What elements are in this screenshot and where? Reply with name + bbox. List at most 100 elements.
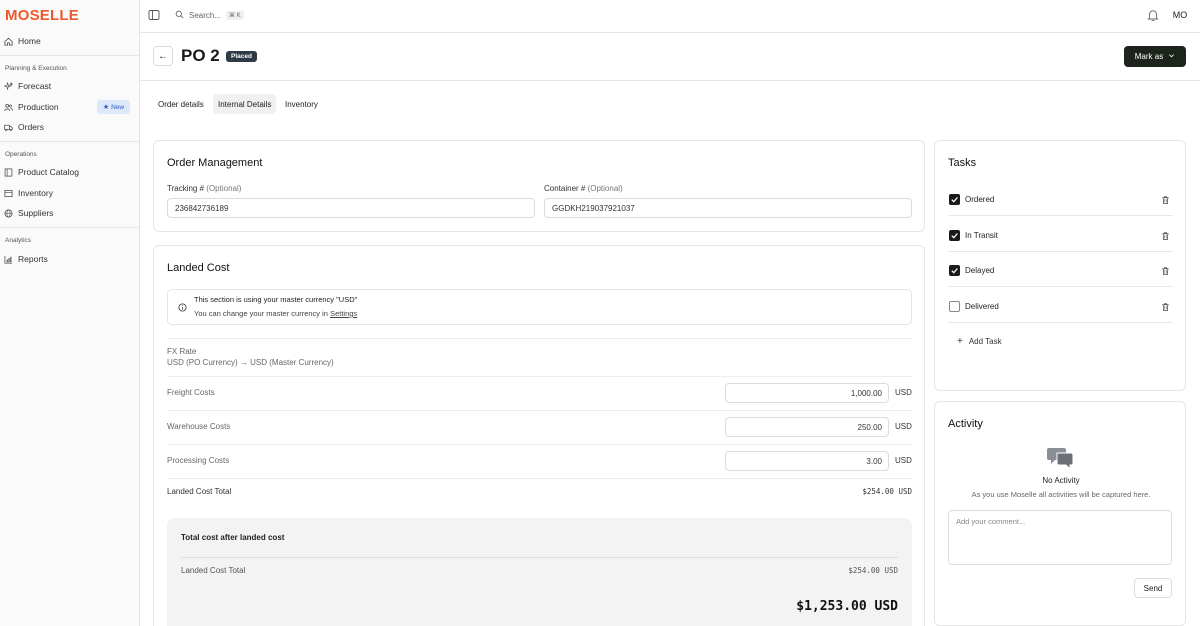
section-planning: Planning & Execution — [5, 65, 67, 72]
trash-icon[interactable] — [1161, 230, 1170, 240]
status-badge: Placed — [226, 51, 257, 62]
divider — [167, 338, 912, 339]
avatar[interactable]: MO — [1168, 4, 1192, 26]
landed-cost-card: Landed Cost This section is using your m… — [153, 245, 925, 626]
card-title: Tasks — [948, 157, 977, 169]
card-title: Order Management — [167, 157, 263, 169]
task-checkbox[interactable] — [949, 194, 960, 205]
order-management-card: Order Management Tracking # (Optional) 2… — [153, 140, 925, 232]
arrow-left-icon: ← — [158, 50, 168, 62]
page-title: PO 2 — [181, 46, 220, 65]
tab-internal-details[interactable]: Internal Details — [213, 94, 277, 114]
divider — [0, 227, 139, 228]
comment-input[interactable]: Add your comment... — [948, 510, 1172, 565]
divider — [181, 557, 898, 558]
users-icon — [4, 103, 13, 112]
currency-info-box: This section is using your master curren… — [167, 289, 912, 325]
globe-icon — [4, 209, 13, 218]
activity-card: Activity No Activity As you use Moselle … — [934, 401, 1186, 626]
currency-label: USD — [895, 388, 912, 397]
freight-input[interactable]: 1,000.00 — [725, 383, 889, 403]
fx-rate-value: USD (PO Currency) → USD (Master Currency… — [167, 358, 334, 367]
task-row[interactable]: Ordered — [948, 181, 1173, 216]
shortcut-hint: ⌘ K — [226, 10, 244, 20]
task-row[interactable]: In Transit — [948, 217, 1173, 252]
sidebar-item-label: Production — [18, 102, 59, 112]
task-checkbox[interactable] — [949, 229, 960, 241]
currency-label: USD — [895, 422, 912, 431]
grand-total: $1,253.00 USD — [796, 599, 898, 614]
check-icon — [951, 268, 958, 274]
back-button[interactable]: ← — [153, 46, 173, 66]
divider — [167, 478, 912, 479]
panel-total-label: Landed Cost Total — [181, 566, 246, 575]
card-title: Landed Cost — [167, 262, 230, 274]
sidebar-item-label: Reports — [18, 254, 48, 264]
sidebar-item-orders[interactable]: Orders — [4, 118, 134, 136]
landed-total-label: Landed Cost Total — [167, 487, 232, 496]
tracking-field[interactable]: 236842736189 — [167, 198, 535, 218]
task-row[interactable]: Delivered — [948, 288, 1173, 323]
bell-icon[interactable] — [1146, 8, 1160, 22]
home-icon — [4, 37, 13, 46]
container-label: Container # (Optional) — [544, 184, 623, 193]
empty-title: No Activity — [1042, 476, 1080, 485]
star-icon: ★ — [102, 104, 110, 111]
sidebar-item-home[interactable]: Home — [4, 32, 134, 50]
sidebar-item-label: Home — [18, 36, 41, 46]
moselle-logo[interactable]: MOSELLE — [5, 7, 79, 24]
trash-icon[interactable] — [1161, 301, 1170, 311]
sidebar-item-suppliers[interactable]: Suppliers — [4, 204, 134, 222]
truck-icon — [4, 123, 13, 132]
mark-as-button[interactable]: Mark as — [1124, 46, 1186, 67]
add-task-button[interactable]: + Add Task — [957, 336, 1002, 347]
box-icon — [4, 189, 13, 198]
divider — [167, 410, 912, 411]
currency-label: USD — [895, 456, 912, 465]
empty-description: As you use Moselle all activities will b… — [971, 490, 1151, 499]
sidebar-item-label: Orders — [18, 122, 44, 132]
landed-total-value: $254.00 USD — [862, 487, 912, 496]
total-summary-panel: Total cost after landed cost Landed Cost… — [167, 518, 912, 626]
tab-order-details[interactable]: Order details — [153, 94, 209, 114]
sidebar-item-reports[interactable]: Reports — [4, 250, 134, 268]
processing-input[interactable]: 3.00 — [725, 451, 889, 471]
sidebar-item-label: Inventory — [18, 188, 53, 198]
divider — [0, 141, 139, 142]
divider — [0, 55, 139, 56]
search-placeholder: Search... — [189, 10, 222, 20]
sidebar-item-label: Product Catalog — [18, 167, 79, 177]
task-label: Delayed — [965, 266, 995, 275]
settings-link[interactable]: Settings — [330, 309, 357, 318]
search-input[interactable]: Search... ⌘ K — [175, 8, 244, 22]
sidebar-item-forecast[interactable]: Forecast — [4, 77, 134, 95]
book-icon — [4, 168, 13, 177]
sidebar-item-label: Forecast — [18, 81, 52, 91]
check-icon — [951, 232, 958, 239]
bar-chart-icon — [4, 255, 13, 264]
freight-label: Freight Costs — [167, 388, 215, 397]
sidebar-item-inventory[interactable]: Inventory — [4, 184, 134, 202]
send-button[interactable]: Send — [1134, 578, 1172, 598]
tab-inventory[interactable]: Inventory — [280, 94, 323, 114]
info-text: This section is using your master curren… — [194, 295, 358, 304]
warehouse-label: Warehouse Costs — [167, 422, 231, 431]
task-checkbox[interactable] — [949, 265, 960, 276]
warehouse-input[interactable]: 250.00 — [725, 417, 889, 437]
task-row[interactable]: Delayed — [948, 252, 1173, 287]
section-analytics: Analytics — [5, 237, 32, 244]
tracking-label: Tracking # (Optional) — [167, 184, 242, 193]
processing-label: Processing Costs — [167, 456, 230, 465]
card-title: Activity — [948, 418, 983, 430]
trash-icon[interactable] — [1161, 194, 1170, 204]
sidebar-item-product-catalog[interactable]: Product Catalog — [4, 163, 134, 181]
trash-icon[interactable] — [1161, 265, 1170, 275]
tasks-card: Tasks Ordered In Transit Delayed Delivered … — [934, 140, 1186, 391]
task-checkbox[interactable] — [949, 300, 960, 312]
container-field[interactable]: GGDKH219037921037 — [544, 198, 912, 218]
info-icon — [178, 301, 187, 312]
task-label: Delivered — [965, 301, 999, 311]
sidebar-toggle-icon[interactable] — [148, 9, 160, 21]
chat-bubbles-icon — [1047, 446, 1075, 471]
divider — [167, 444, 912, 445]
